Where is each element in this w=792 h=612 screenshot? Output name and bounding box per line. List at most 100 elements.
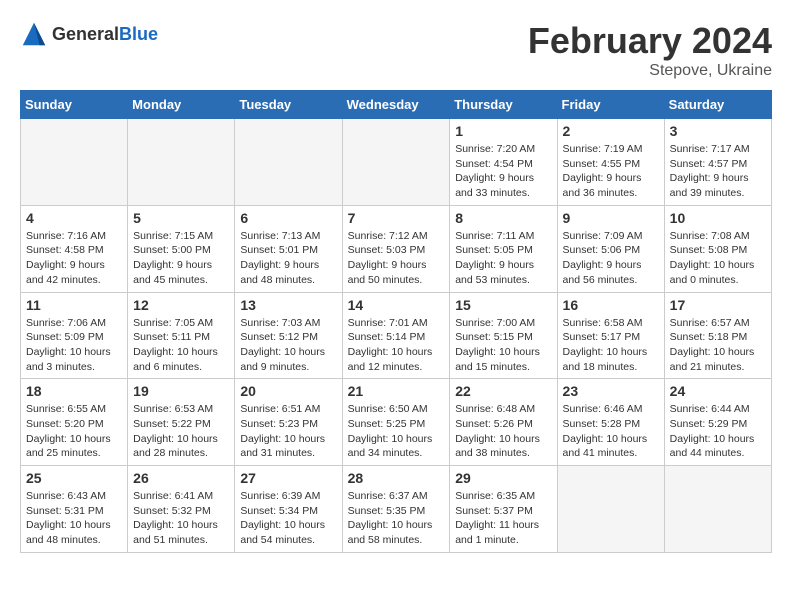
day-number: 16 — [563, 297, 659, 313]
day-info: Sunrise: 6:55 AM Sunset: 5:20 PM Dayligh… — [26, 402, 122, 461]
weekday-header-tuesday: Tuesday — [235, 91, 342, 119]
calendar-cell — [235, 119, 342, 206]
day-info: Sunrise: 6:48 AM Sunset: 5:26 PM Dayligh… — [455, 402, 551, 461]
day-info: Sunrise: 6:57 AM Sunset: 5:18 PM Dayligh… — [670, 316, 766, 375]
calendar-cell — [128, 119, 235, 206]
day-info: Sunrise: 7:05 AM Sunset: 5:11 PM Dayligh… — [133, 316, 229, 375]
day-number: 18 — [26, 383, 122, 399]
day-info: Sunrise: 6:46 AM Sunset: 5:28 PM Dayligh… — [563, 402, 659, 461]
calendar-cell: 19 Sunrise: 6:53 AM Sunset: 5:22 PM Dayli… — [128, 379, 235, 466]
day-info: Sunrise: 7:20 AM Sunset: 4:54 PM Dayligh… — [455, 142, 551, 201]
day-info: Sunrise: 6:37 AM Sunset: 5:35 PM Dayligh… — [348, 489, 445, 548]
day-number: 20 — [240, 383, 336, 399]
calendar-cell: 16 Sunrise: 6:58 AM Sunset: 5:17 PM Dayli… — [557, 292, 664, 379]
day-info: Sunrise: 7:03 AM Sunset: 5:12 PM Dayligh… — [240, 316, 336, 375]
day-number: 4 — [26, 210, 122, 226]
calendar-cell: 8 Sunrise: 7:11 AM Sunset: 5:05 PM Daylig… — [450, 205, 557, 292]
day-info: Sunrise: 7:15 AM Sunset: 5:00 PM Dayligh… — [133, 229, 229, 288]
week-row-5: 25Sunrise: 6:43 AM Sunset: 5:31 PM Dayli… — [21, 466, 772, 553]
day-info: Sunrise: 7:09 AM Sunset: 5:06 PM Dayligh… — [563, 229, 659, 288]
calendar-cell: 28 Sunrise: 6:37 AM Sunset: 5:35 PM Dayli… — [342, 466, 450, 553]
calendar-cell: 23 Sunrise: 6:46 AM Sunset: 5:28 PM Dayli… — [557, 379, 664, 466]
calendar-cell — [21, 119, 128, 206]
day-info: Sunrise: 7:11 AM Sunset: 5:05 PM Dayligh… — [455, 229, 551, 288]
day-number: 8 — [455, 210, 551, 226]
day-info: Sunrise: 6:53 AM Sunset: 5:22 PM Dayligh… — [133, 402, 229, 461]
day-number: 19 — [133, 383, 229, 399]
calendar-cell — [557, 466, 664, 553]
logo-general: General — [52, 24, 119, 44]
day-info: Sunrise: 7:06 AM Sunset: 5:09 PM Dayligh… — [26, 316, 122, 375]
calendar-cell: 21 Sunrise: 6:50 AM Sunset: 5:25 PM Dayli… — [342, 379, 450, 466]
day-number: 15 — [455, 297, 551, 313]
day-info: Sunrise: 6:44 AM Sunset: 5:29 PM Dayligh… — [670, 402, 766, 461]
weekday-header-wednesday: Wednesday — [342, 91, 450, 119]
calendar-cell: 26 Sunrise: 6:41 AM Sunset: 5:32 PM Dayli… — [128, 466, 235, 553]
day-info: Sunrise: 6:50 AM Sunset: 5:25 PM Dayligh… — [348, 402, 445, 461]
day-number: 1 — [455, 123, 551, 139]
calendar-cell: 24 Sunrise: 6:44 AM Sunset: 5:29 PM Dayli… — [664, 379, 771, 466]
calendar-cell: 3 Sunrise: 7:17 AM Sunset: 4:57 PM Daylig… — [664, 119, 771, 206]
day-info: Sunrise: 6:35 AM Sunset: 5:37 PM Dayligh… — [455, 489, 551, 548]
day-number: 10 — [670, 210, 766, 226]
calendar-cell: 14Sunrise: 7:01 AM Sunset: 5:14 PM Dayli… — [342, 292, 450, 379]
day-info: Sunrise: 6:58 AM Sunset: 5:17 PM Dayligh… — [563, 316, 659, 375]
calendar-cell: 10 Sunrise: 7:08 AM Sunset: 5:08 PM Dayli… — [664, 205, 771, 292]
weekday-header-thursday: Thursday — [450, 91, 557, 119]
day-number: 26 — [133, 470, 229, 486]
week-row-3: 11 Sunrise: 7:06 AM Sunset: 5:09 PM Dayli… — [21, 292, 772, 379]
day-number: 5 — [133, 210, 229, 226]
day-number: 24 — [670, 383, 766, 399]
day-info: Sunrise: 6:39 AM Sunset: 5:34 PM Dayligh… — [240, 489, 336, 548]
logo-blue: Blue — [119, 24, 158, 44]
title-block: February 2024 Stepove, Ukraine — [528, 20, 772, 80]
day-number: 28 — [348, 470, 445, 486]
calendar-cell: 1 Sunrise: 7:20 AM Sunset: 4:54 PM Daylig… — [450, 119, 557, 206]
logo: GeneralBlue — [20, 20, 158, 48]
weekday-header-friday: Friday — [557, 91, 664, 119]
day-number: 23 — [563, 383, 659, 399]
calendar-title: February 2024 — [528, 20, 772, 62]
day-number: 17 — [670, 297, 766, 313]
calendar-subtitle: Stepove, Ukraine — [528, 62, 772, 80]
day-number: 22 — [455, 383, 551, 399]
day-number: 29 — [455, 470, 551, 486]
calendar-cell: 18 Sunrise: 6:55 AM Sunset: 5:20 PM Dayli… — [21, 379, 128, 466]
day-info: Sunrise: 7:17 AM Sunset: 4:57 PM Dayligh… — [670, 142, 766, 201]
day-number: 11 — [26, 297, 122, 313]
day-number: 7 — [348, 210, 445, 226]
calendar-cell: 4 Sunrise: 7:16 AM Sunset: 4:58 PM Daylig… — [21, 205, 128, 292]
logo-text: GeneralBlue — [52, 24, 158, 45]
calendar-cell — [664, 466, 771, 553]
calendar-cell — [342, 119, 450, 206]
calendar-cell: 29 Sunrise: 6:35 AM Sunset: 5:37 PM Dayli… — [450, 466, 557, 553]
calendar-cell: 20Sunrise: 6:51 AM Sunset: 5:23 PM Dayli… — [235, 379, 342, 466]
day-number: 3 — [670, 123, 766, 139]
weekday-header-saturday: Saturday — [664, 91, 771, 119]
weekday-header-sunday: Sunday — [21, 91, 128, 119]
calendar-cell: 17 Sunrise: 6:57 AM Sunset: 5:18 PM Dayli… — [664, 292, 771, 379]
day-info: Sunrise: 7:08 AM Sunset: 5:08 PM Dayligh… — [670, 229, 766, 288]
day-info: Sunrise: 6:41 AM Sunset: 5:32 PM Dayligh… — [133, 489, 229, 548]
calendar-cell: 12 Sunrise: 7:05 AM Sunset: 5:11 PM Dayli… — [128, 292, 235, 379]
week-row-4: 18 Sunrise: 6:55 AM Sunset: 5:20 PM Dayli… — [21, 379, 772, 466]
calendar-cell: 11 Sunrise: 7:06 AM Sunset: 5:09 PM Dayli… — [21, 292, 128, 379]
calendar-cell: 15Sunrise: 7:00 AM Sunset: 5:15 PM Dayli… — [450, 292, 557, 379]
calendar-cell: 22 Sunrise: 6:48 AM Sunset: 5:26 PM Dayli… — [450, 379, 557, 466]
day-info: Sunrise: 7:13 AM Sunset: 5:01 PM Dayligh… — [240, 229, 336, 288]
calendar-cell: 9 Sunrise: 7:09 AM Sunset: 5:06 PM Daylig… — [557, 205, 664, 292]
day-number: 9 — [563, 210, 659, 226]
day-number: 27 — [240, 470, 336, 486]
calendar-cell: 6Sunrise: 7:13 AM Sunset: 5:01 PM Daylig… — [235, 205, 342, 292]
day-info: Sunrise: 7:16 AM Sunset: 4:58 PM Dayligh… — [26, 229, 122, 288]
day-number: 2 — [563, 123, 659, 139]
calendar-cell: 13Sunrise: 7:03 AM Sunset: 5:12 PM Dayli… — [235, 292, 342, 379]
day-number: 25 — [26, 470, 122, 486]
weekday-header-monday: Monday — [128, 91, 235, 119]
logo-icon — [20, 20, 48, 48]
day-number: 21 — [348, 383, 445, 399]
day-number: 14 — [348, 297, 445, 313]
calendar-cell: 27 Sunrise: 6:39 AM Sunset: 5:34 PM Dayli… — [235, 466, 342, 553]
day-number: 12 — [133, 297, 229, 313]
week-row-1: 1 Sunrise: 7:20 AM Sunset: 4:54 PM Daylig… — [21, 119, 772, 206]
